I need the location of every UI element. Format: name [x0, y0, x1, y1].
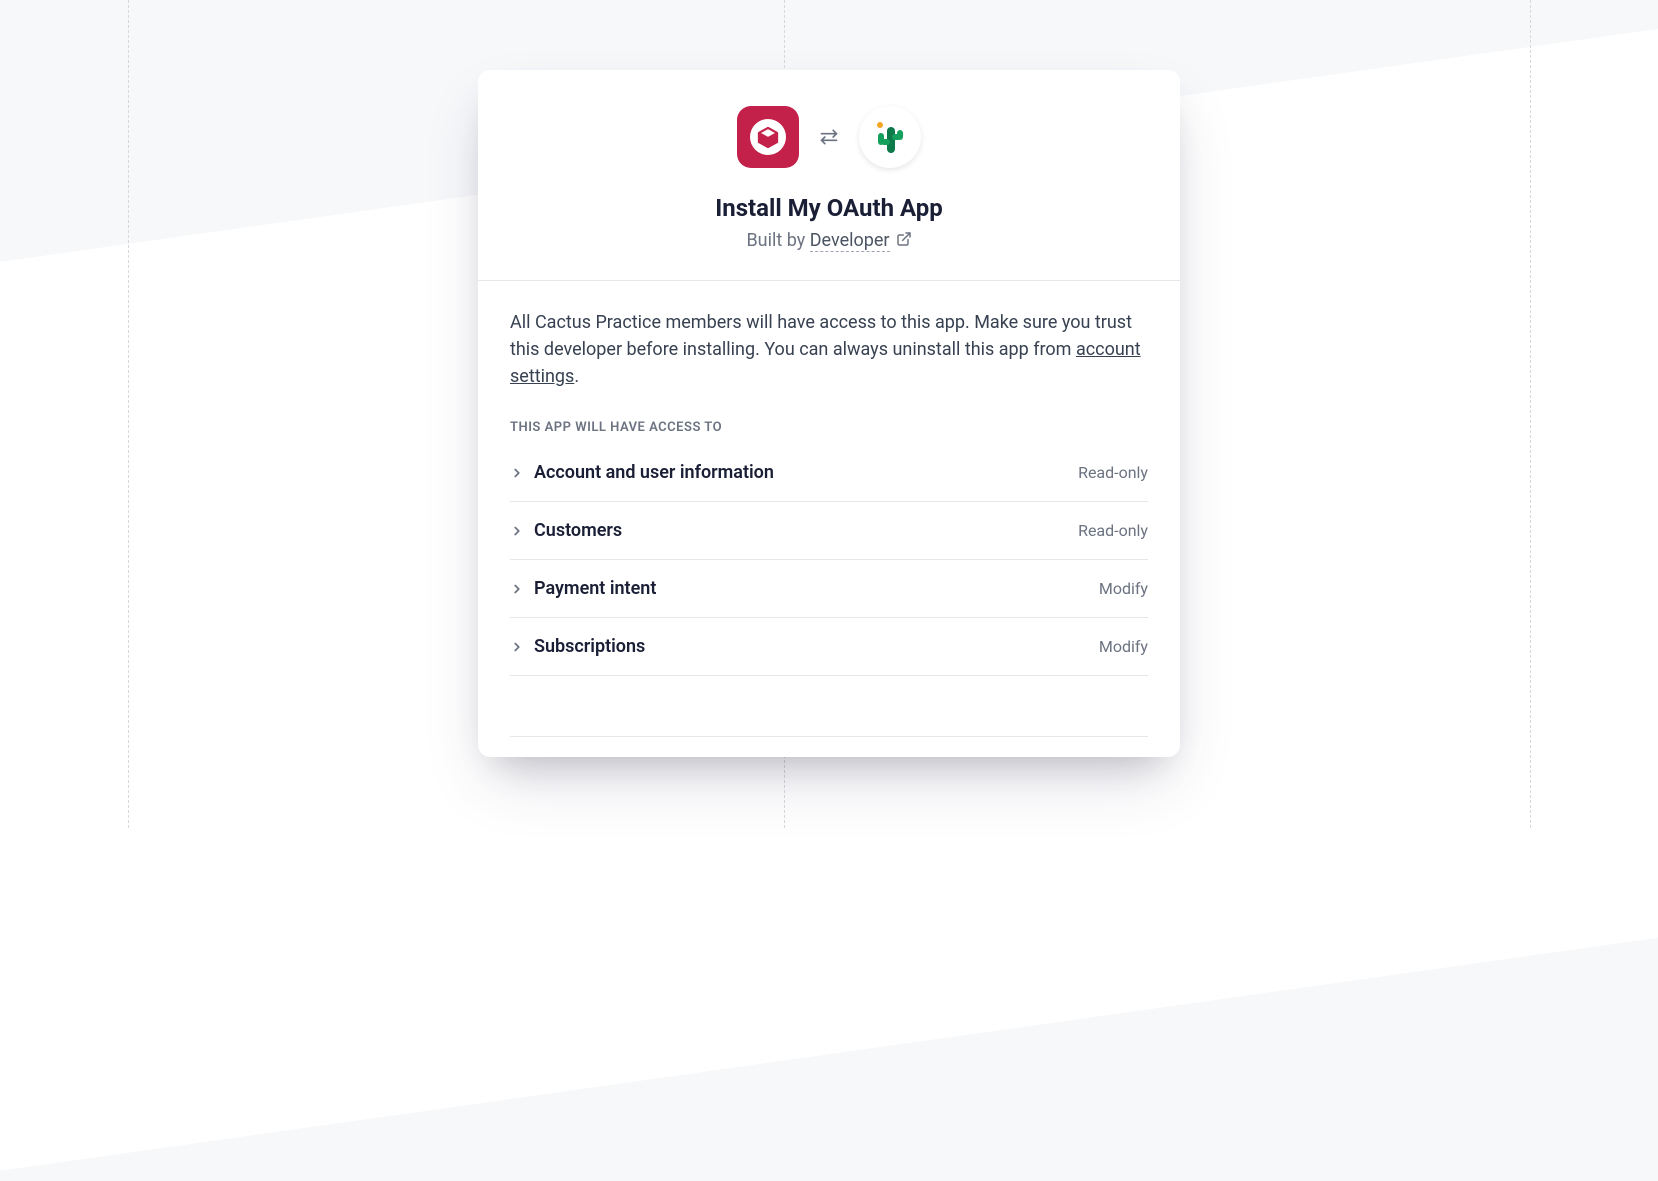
chevron-right-icon: [510, 640, 534, 654]
permission-name: Subscriptions: [534, 636, 1099, 657]
access-section-label: THIS APP WILL HAVE ACCESS TO: [510, 420, 1148, 435]
description-prefix: All Cactus Practice members will have ac…: [510, 312, 1132, 360]
chevron-right-icon: [510, 466, 534, 480]
permission-row[interactable]: Payment intent Modify: [510, 560, 1148, 618]
install-dialog: Install My OAuth App Built by Developer …: [478, 70, 1180, 757]
permission-access: Read-only: [1078, 521, 1148, 540]
developer-link[interactable]: Developer: [810, 230, 890, 252]
guide-line: [128, 0, 129, 828]
external-link-icon: [896, 231, 912, 252]
permission-row[interactable]: Subscriptions Modify: [510, 618, 1148, 676]
app-logo: [737, 106, 799, 168]
logo-pair: [510, 106, 1148, 168]
permission-list: Account and user information Read-only C…: [510, 443, 1148, 676]
chevron-right-icon: [510, 582, 534, 596]
permission-name: Payment intent: [534, 578, 1099, 599]
dialog-header: Install My OAuth App Built by Developer: [478, 70, 1180, 281]
permission-name: Account and user information: [534, 462, 1078, 483]
org-logo: [859, 106, 921, 168]
permission-name: Customers: [534, 520, 1078, 541]
permission-access: Modify: [1099, 637, 1148, 656]
description-suffix: .: [574, 366, 579, 387]
permission-row[interactable]: Customers Read-only: [510, 502, 1148, 560]
dialog-title: Install My OAuth App: [510, 194, 1148, 222]
dialog-subtitle: Built by Developer: [510, 230, 1148, 252]
built-by-text: Built by: [746, 230, 809, 251]
permission-access: Modify: [1099, 579, 1148, 598]
chevron-right-icon: [510, 524, 534, 538]
dialog-body: All Cactus Practice members will have ac…: [478, 281, 1180, 757]
cactus-icon: [870, 117, 910, 157]
description-text: All Cactus Practice members will have ac…: [510, 309, 1148, 390]
swap-icon: [819, 127, 839, 147]
box-icon: [749, 118, 787, 156]
guide-line: [1530, 0, 1531, 828]
permission-row[interactable]: Account and user information Read-only: [510, 444, 1148, 502]
footer-divider: [510, 736, 1148, 737]
permission-access: Read-only: [1078, 463, 1148, 482]
